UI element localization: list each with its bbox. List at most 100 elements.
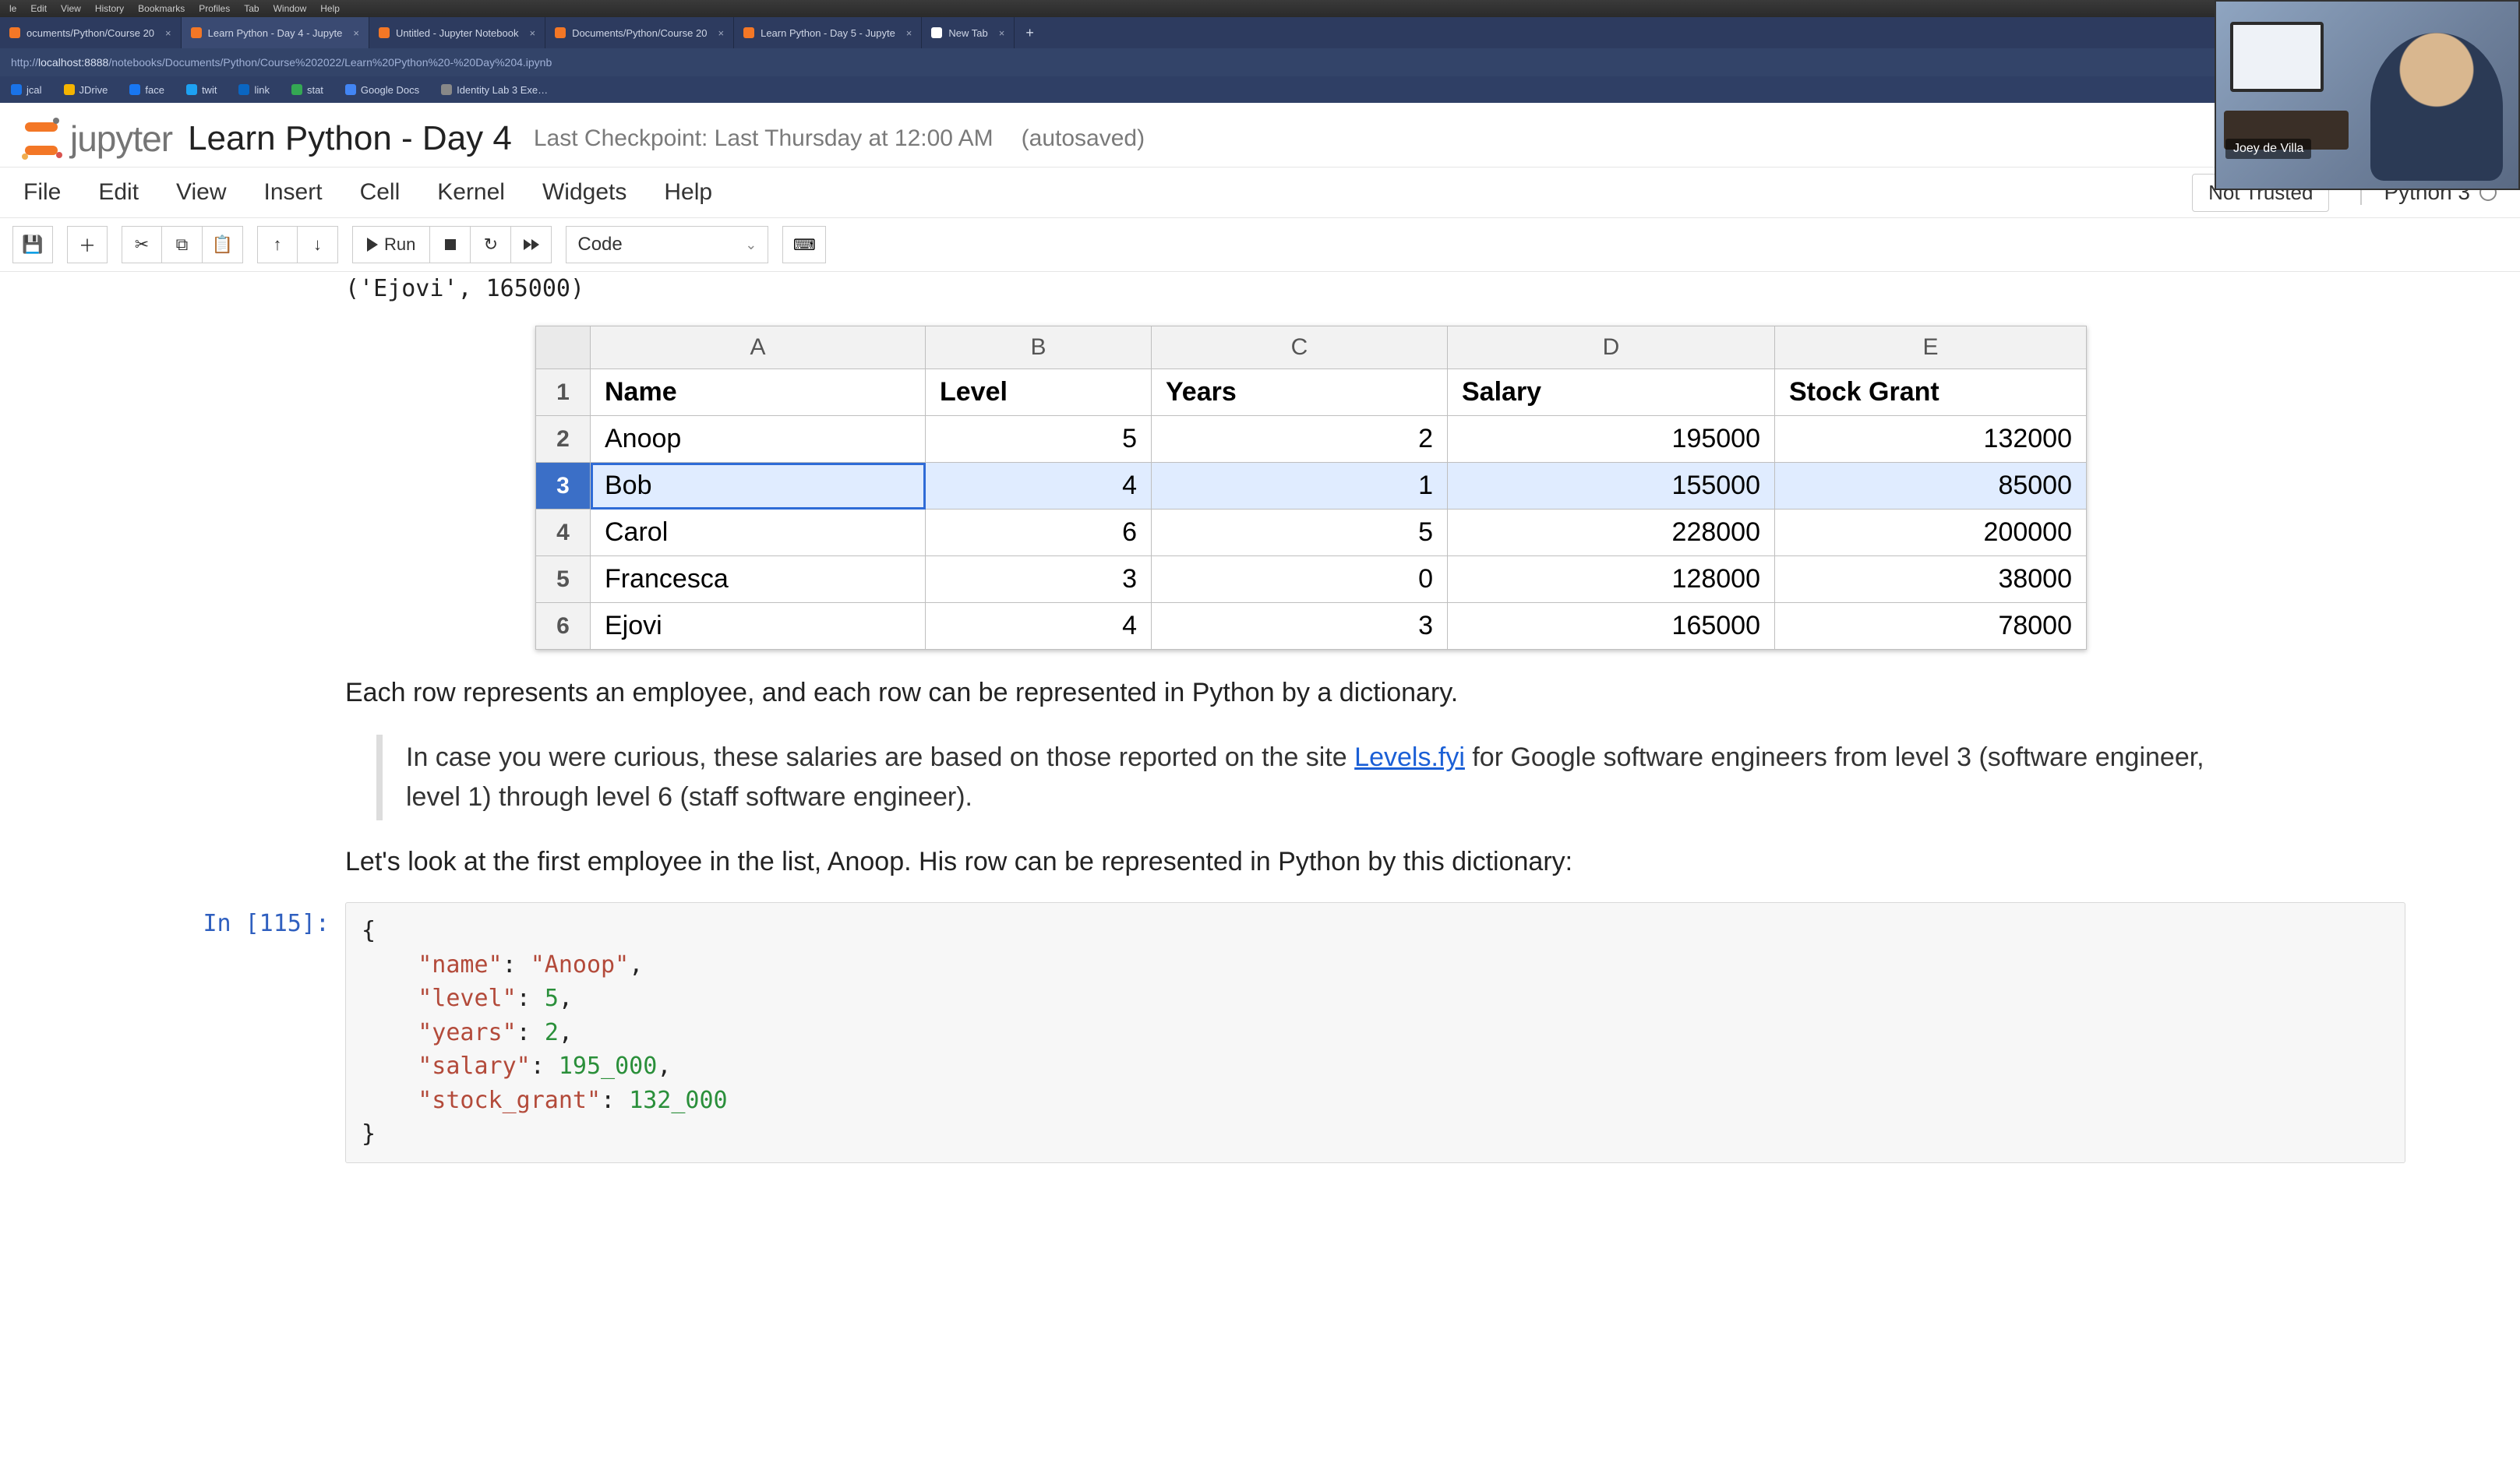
col-header: C xyxy=(1152,326,1448,369)
browser-tab[interactable]: ocuments/Python/Course 20 × xyxy=(0,17,182,48)
bookmark-label: twit xyxy=(202,84,217,96)
menu-view[interactable]: View xyxy=(176,179,226,206)
tab-label: Learn Python - Day 5 - Jupyte xyxy=(761,27,895,39)
command-palette-button[interactable]: ⌨ xyxy=(782,226,826,263)
bookmark-icon xyxy=(291,84,302,95)
code-cell[interactable]: In [115]: { "name": "Anoop", "level": 5,… xyxy=(115,902,2405,1163)
mac-menu-item[interactable]: Window xyxy=(274,3,307,14)
cell: Bob xyxy=(591,463,926,510)
jupyter-wordmark: jupyter xyxy=(70,118,172,160)
close-icon[interactable]: × xyxy=(165,27,171,39)
menu-help[interactable]: Help xyxy=(664,179,712,206)
macos-menubar: le Edit View History Bookmarks Profiles … xyxy=(0,0,2520,17)
close-icon[interactable]: × xyxy=(999,27,1005,39)
bookmark-item[interactable]: Identity Lab 3 Exe… xyxy=(441,84,548,96)
bookmark-label: JDrive xyxy=(79,84,108,96)
play-icon xyxy=(367,238,378,252)
bookmark-label: link xyxy=(254,84,270,96)
save-button[interactable]: 💾 xyxy=(12,226,53,263)
copy-button[interactable]: ⧉ xyxy=(162,226,203,263)
table-row: 5 Francesca 3 0 128000 38000 xyxy=(536,556,2087,603)
cell: Anoop xyxy=(591,416,926,463)
insert-cell-button[interactable]: ＋ xyxy=(67,226,108,263)
move-up-button[interactable]: ↑ xyxy=(257,226,298,263)
cell: 1 xyxy=(1152,463,1448,510)
close-icon[interactable]: × xyxy=(529,27,535,39)
menu-edit[interactable]: Edit xyxy=(98,179,139,206)
browser-tab[interactable]: Learn Python - Day 4 - Jupyte× xyxy=(182,17,369,48)
mac-menu-item[interactable]: Profiles xyxy=(199,3,230,14)
menu-file[interactable]: File xyxy=(23,179,61,206)
browser-tab[interactable]: Learn Python - Day 5 - Jupyte × xyxy=(734,17,922,48)
cell: 0 xyxy=(1152,556,1448,603)
header-cell: Stock Grant xyxy=(1775,369,2087,416)
menu-kernel[interactable]: Kernel xyxy=(437,179,505,206)
bookmark-item[interactable]: link xyxy=(238,84,270,96)
tab-label: ocuments/Python/Course 20 xyxy=(26,27,154,39)
cut-button[interactable]: ✂ xyxy=(122,226,162,263)
close-icon[interactable]: × xyxy=(718,27,725,39)
keyboard-icon: ⌨ xyxy=(793,235,816,255)
cell: 3 xyxy=(926,556,1152,603)
save-icon: 💾 xyxy=(22,235,43,255)
mac-menu-item[interactable]: Help xyxy=(320,3,340,14)
mac-menu-item[interactable]: Edit xyxy=(30,3,47,14)
interrupt-button[interactable] xyxy=(430,226,471,263)
bookmark-label: face xyxy=(145,84,164,96)
mac-menu-item[interactable]: History xyxy=(95,3,124,14)
move-down-button[interactable]: ↓ xyxy=(298,226,338,263)
mac-menu-item[interactable]: le xyxy=(9,3,16,14)
new-tab-button[interactable]: + xyxy=(1015,17,1045,48)
cell: 128000 xyxy=(1448,556,1775,603)
code-input[interactable]: { "name": "Anoop", "level": 5, "years": … xyxy=(345,902,2405,1163)
cell: Carol xyxy=(591,510,926,556)
run-button[interactable]: Run xyxy=(352,226,430,263)
mac-menu-item[interactable]: Tab xyxy=(244,3,259,14)
markdown-cell[interactable]: Each row represents an employee, and eac… xyxy=(115,673,2218,882)
browser-tab[interactable]: Untitled - Jupyter Notebook× xyxy=(369,17,545,48)
bookmark-item[interactable]: jcal xyxy=(11,84,42,96)
table-row: 2 Anoop 5 2 195000 132000 xyxy=(536,416,2087,463)
plus-icon: ＋ xyxy=(79,232,96,257)
col-header: D xyxy=(1448,326,1775,369)
bookmark-item[interactable]: JDrive xyxy=(64,84,108,96)
bookmark-item[interactable]: Google Docs xyxy=(345,84,419,96)
cell: 5 xyxy=(1152,510,1448,556)
bookmark-icon xyxy=(64,84,75,95)
mac-menu-item[interactable]: Bookmarks xyxy=(138,3,185,14)
menu-insert[interactable]: Insert xyxy=(264,179,323,206)
notebook-title[interactable]: Learn Python - Day 4 xyxy=(188,119,512,158)
input-prompt: In [115]: xyxy=(115,902,345,1163)
bookmark-item[interactable]: stat xyxy=(291,84,323,96)
cell: 132000 xyxy=(1775,416,2087,463)
browser-tab[interactable]: Documents/Python/Course 20× xyxy=(545,17,734,48)
jupyter-logo[interactable]: jupyter xyxy=(20,118,172,160)
chevron-down-icon: ⌄ xyxy=(745,237,757,253)
paste-button[interactable]: 📋 xyxy=(203,226,243,263)
bookmark-icon xyxy=(11,84,22,95)
browser-tab[interactable]: New Tab × xyxy=(922,17,1015,48)
bookmark-item[interactable]: twit xyxy=(186,84,217,96)
quote-text: In case you were curious, these salaries… xyxy=(406,742,1354,772)
address-bar[interactable]: http://localhost:8888/notebooks/Document… xyxy=(0,48,2520,76)
cell: Francesca xyxy=(591,556,926,603)
bookmark-icon xyxy=(345,84,356,95)
tab-label: New Tab xyxy=(948,27,987,39)
cell: 5 xyxy=(926,416,1152,463)
cell: 155000 xyxy=(1448,463,1775,510)
restart-button[interactable]: ↻ xyxy=(471,226,511,263)
levels-fyi-link[interactable]: Levels.fyi xyxy=(1354,742,1465,772)
restart-run-all-button[interactable] xyxy=(511,226,552,263)
webcam-overlay: Joey de Villa xyxy=(2215,0,2520,190)
presenter-name: Joey de Villa xyxy=(2225,139,2311,159)
bookmark-icon xyxy=(441,84,452,95)
bookmark-item[interactable]: face xyxy=(129,84,164,96)
header-cell: Years xyxy=(1152,369,1448,416)
clipboard-icon: 📋 xyxy=(212,235,233,255)
menu-widgets[interactable]: Widgets xyxy=(542,179,626,206)
close-icon[interactable]: × xyxy=(353,27,359,39)
menu-cell[interactable]: Cell xyxy=(360,179,401,206)
mac-menu-item[interactable]: View xyxy=(61,3,81,14)
celltype-select[interactable]: Code ⌄ xyxy=(566,226,768,263)
close-icon[interactable]: × xyxy=(906,27,912,39)
